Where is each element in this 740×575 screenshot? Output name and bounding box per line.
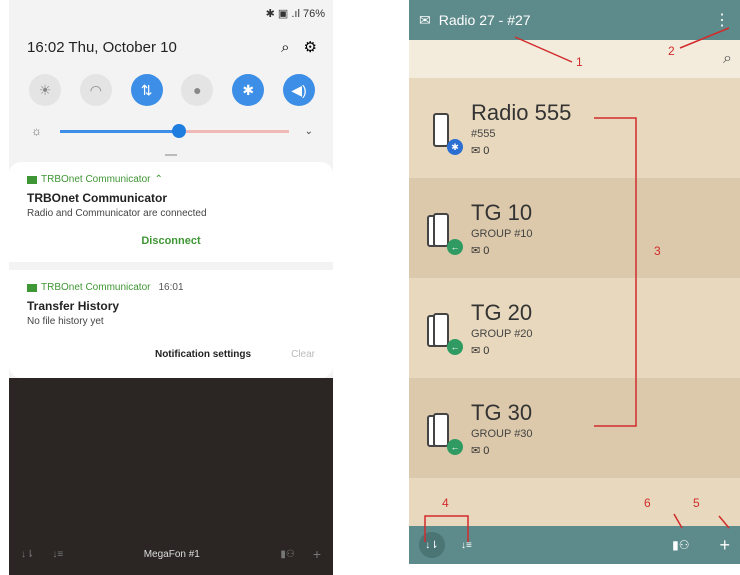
envelope-icon: ✉ <box>471 244 484 257</box>
search-bar[interactable]: ⌕ <box>409 40 740 78</box>
status-indicators: ✱ ▣ .ıl 76% <box>265 7 325 20</box>
contacts-icon[interactable]: ▮⚇ <box>672 538 689 552</box>
sort-list-icon[interactable]: ↓≡ <box>461 540 472 551</box>
gear-icon[interactable]: ⚙ <box>304 38 317 56</box>
list-item[interactable]: ✱ Radio 555 #555 ✉ 0 <box>409 78 740 178</box>
arrow-left-badge-icon: ← <box>447 339 463 355</box>
annotation-3: 3 <box>654 244 661 258</box>
brightness-row: ☼ ⌄ <box>9 106 333 138</box>
annotation-6: 6 <box>644 496 651 510</box>
list-item[interactable]: ← TG 10 GROUP #10 ✉ 0 <box>409 178 740 278</box>
status-bar: ✱ ▣ .ıl 76% <box>9 0 333 26</box>
item-id: GROUP #10 <box>471 227 533 240</box>
notification-connected[interactable]: TRBOnet Communicator ⌃ TRBOnet Communica… <box>9 162 333 262</box>
bluetooth-badge-icon: ✱ <box>447 139 463 155</box>
group-radio-icon: ← <box>427 203 463 255</box>
envelope-icon[interactable]: ✉ <box>419 12 431 29</box>
background-toolbar: ↓⇂ ↓≡ MegaFon #1 ▮⚇ + <box>9 533 333 575</box>
clear-button[interactable]: Clear <box>291 349 315 360</box>
item-name: TG 30 <box>471 399 533 425</box>
message-count: 0 <box>483 144 490 157</box>
add-icon[interactable]: + <box>719 535 730 556</box>
notification-app-name: TRBOnet Communicator <box>41 282 151 293</box>
radio-app-screen: ✉ Radio 27 - #27 ⋮ ⌕ ✱ Radio 555 #555 ✉ … <box>409 0 740 564</box>
group-radio-icon: ← <box>427 303 463 355</box>
group-radio-icon: ← <box>427 403 463 455</box>
annotation-4: 4 <box>442 496 449 510</box>
envelope-icon: ✉ <box>471 344 484 357</box>
data-icon[interactable]: ⇅ <box>130 74 163 106</box>
disconnect-button[interactable]: Disconnect <box>27 235 315 247</box>
chevron-up-icon[interactable]: ⌃ <box>154 174 162 185</box>
sort-list-icon: ↓≡ <box>52 548 64 560</box>
radio-icon: ✱ <box>427 103 463 155</box>
sort-icon: ↓⇂ <box>21 548 35 560</box>
arrow-left-badge-icon: ← <box>447 439 463 455</box>
location-icon[interactable]: ● <box>181 74 214 106</box>
item-name: TG 20 <box>471 299 533 325</box>
arrow-left-badge-icon: ← <box>447 239 463 255</box>
app-bar: ✉ Radio 27 - #27 ⋮ <box>409 0 740 40</box>
chevron-down-icon[interactable]: ⌄ <box>305 126 313 137</box>
app-icon <box>27 175 37 184</box>
annotation-2: 2 <box>668 44 675 58</box>
notification-title: Transfer History <box>27 299 120 313</box>
envelope-icon: ✉ <box>471 444 484 457</box>
list-item[interactable]: ← TG 30 GROUP #30 ✉ 0 <box>409 378 740 478</box>
notification-time: 16:01 <box>158 282 184 293</box>
bottom-toolbar: ↓⇂ ↓≡ ▮⚇ + <box>409 526 740 564</box>
notification-app-name: TRBOnet Communicator <box>41 174 151 185</box>
notification-title: TRBOnet Communicator <box>27 191 168 205</box>
notification-shade: ✱ ▣ .ıl 76% 16:02 Thu, October 10 ⌕ ⚙ ☀ … <box>9 0 333 575</box>
annotation-5: 5 <box>693 496 700 510</box>
search-icon[interactable]: ⌕ <box>281 39 289 56</box>
item-name: Radio 555 <box>471 99 572 125</box>
contact-list: ✱ Radio 555 #555 ✉ 0 ← TG 10 GROUP #10 ✉… <box>409 78 740 526</box>
sound-icon[interactable]: ◀) <box>282 74 315 106</box>
radio-title: Radio 27 - #27 <box>438 12 531 28</box>
notification-transfer[interactable]: TRBOnet Communicator 16:01 Transfer Hist… <box>9 270 333 378</box>
item-id: GROUP #30 <box>471 427 533 440</box>
annotation-1: 1 <box>576 55 583 69</box>
shade-header: 16:02 Thu, October 10 ⌕ ⚙ <box>9 26 333 60</box>
brightness-slider[interactable] <box>60 123 289 138</box>
brightness-knob[interactable] <box>171 123 186 138</box>
message-count: 0 <box>483 344 490 357</box>
brightness-icon: ☼ <box>31 124 42 138</box>
item-id: GROUP #20 <box>471 327 533 340</box>
notification-body: Radio and Communicator are connected <box>27 208 207 219</box>
contacts-icon: ▮⚇ <box>280 548 295 560</box>
network-label: MegaFon #1 <box>143 548 200 560</box>
bluetooth-icon[interactable]: ✱ <box>232 74 265 106</box>
plus-icon: + <box>312 546 321 562</box>
notification-body: No file history yet <box>27 316 104 327</box>
app-icon <box>27 283 37 292</box>
envelope-icon: ✉ <box>471 144 484 157</box>
wifi-icon[interactable]: ◠ <box>79 74 112 106</box>
overflow-menu-icon[interactable]: ⋮ <box>714 10 730 30</box>
item-name: TG 10 <box>471 199 533 225</box>
notification-settings-button[interactable]: Notification settings <box>155 349 251 360</box>
search-icon[interactable]: ⌕ <box>723 50 732 68</box>
flashlight-icon[interactable]: ☀ <box>29 74 61 106</box>
message-count: 0 <box>483 244 490 257</box>
sort-numeric-icon[interactable]: ↓⇂ <box>419 532 445 558</box>
message-count: 0 <box>483 444 490 457</box>
dimmed-background: ↓⇂ ↓≡ MegaFon #1 ▮⚇ + <box>9 378 333 575</box>
item-id: #555 <box>471 127 496 140</box>
list-item[interactable]: ← TG 20 GROUP #20 ✉ 0 <box>409 278 740 378</box>
quick-settings: ☀ ◠ ⇅ ● ✱ ◀) <box>9 60 333 106</box>
drag-handle[interactable] <box>165 154 177 156</box>
clock-date: 16:02 Thu, October 10 <box>27 38 177 56</box>
